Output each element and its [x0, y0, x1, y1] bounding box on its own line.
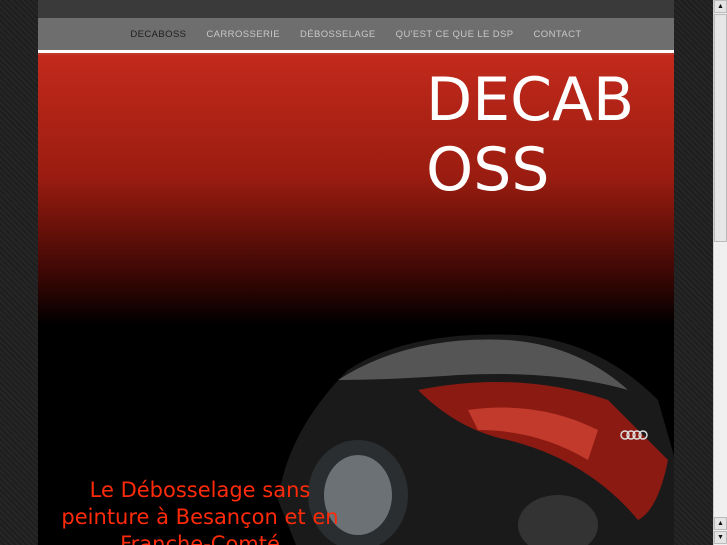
main-nav: DECABOSS CARROSSERIE DÉBOSSELAGE QU'EST …	[38, 18, 674, 50]
nav-item-dsp[interactable]: QU'EST CE QUE LE DSP	[386, 29, 524, 40]
hero-title: DECABOSS	[426, 65, 635, 205]
vertical-scrollbar[interactable]: ▲ ▲ ▼	[713, 0, 727, 545]
nav-item-contact[interactable]: CONTACT	[524, 29, 592, 40]
scroll-up-arrow-icon[interactable]: ▲	[714, 0, 727, 13]
nav-item-decaboss[interactable]: DECABOSS	[120, 29, 196, 40]
nav-item-debosselage[interactable]: DÉBOSSELAGE	[290, 29, 386, 40]
scroll-down-arrow-icon[interactable]: ▼	[714, 531, 727, 544]
nav-item-carrosserie[interactable]: CARROSSERIE	[196, 29, 290, 40]
hero-banner: DECABOSS Le Débosselage sans peinture à …	[38, 55, 674, 545]
scrollbar-thumb[interactable]	[714, 14, 727, 242]
scroll-up-arrow-icon[interactable]: ▲	[714, 517, 727, 530]
top-strip	[38, 0, 674, 18]
page-container: DECABOSS CARROSSERIE DÉBOSSELAGE QU'EST …	[38, 0, 674, 545]
hero-tagline: Le Débosselage sans peinture à Besançon …	[61, 478, 339, 545]
